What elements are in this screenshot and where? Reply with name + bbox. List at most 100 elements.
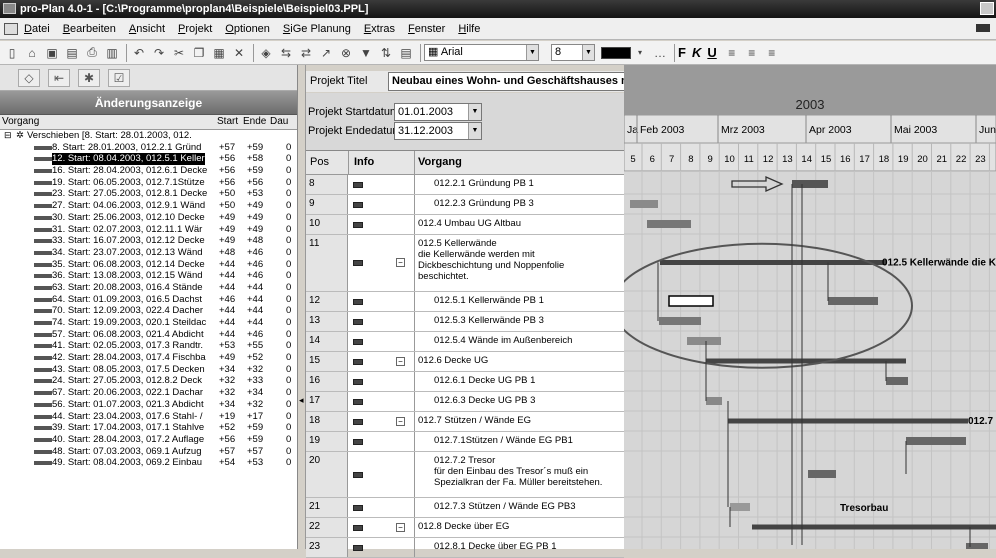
restore-window-button[interactable] bbox=[976, 24, 990, 32]
menu-projekt[interactable]: Projekt bbox=[178, 23, 212, 35]
save-icon[interactable]: ▣ bbox=[43, 44, 61, 61]
menu-hilfe[interactable]: Hilfe bbox=[458, 23, 480, 35]
task-bar[interactable] bbox=[706, 397, 722, 405]
info-note-icon[interactable] bbox=[353, 298, 363, 305]
align-right-icon[interactable]: ≡ bbox=[763, 44, 781, 61]
cut-icon[interactable]: ✂ bbox=[170, 44, 188, 61]
task-row[interactable]: 18 012.7 Stützen / Wände EG − bbox=[306, 412, 624, 432]
font-family-select[interactable]: ▦ Arial ▼ bbox=[424, 44, 539, 61]
change-row[interactable]: 49. Start: 08.04.2003, 069.2 Einbau +54 +5… bbox=[0, 457, 297, 469]
menu-bearbeiten[interactable]: Bearbeiten bbox=[63, 23, 116, 35]
task-row[interactable]: 19 012.7.1Stützen / Wände EG PB1 bbox=[306, 432, 624, 452]
start-date-field[interactable]: 01.01.2003 ▼ bbox=[394, 103, 482, 121]
redo-icon[interactable]: ↷ bbox=[150, 44, 168, 61]
collapse-icon[interactable]: − bbox=[396, 258, 405, 267]
chevron-down-icon[interactable]: ▼ bbox=[468, 104, 481, 120]
bold-button[interactable]: F bbox=[678, 45, 686, 60]
align-center-icon[interactable]: ≡ bbox=[743, 44, 761, 61]
settings-icon[interactable]: ✱ bbox=[78, 68, 100, 87]
info-note-icon[interactable] bbox=[353, 418, 363, 425]
change-row[interactable]: 44. Start: 23.04.2003, 017.6 Stahl- / +19… bbox=[0, 410, 297, 423]
change-row[interactable]: 42. Start: 28.04.2003, 017.4 Fischba +49 +… bbox=[0, 352, 297, 364]
collapse-icon[interactable]: − bbox=[396, 356, 405, 366]
col-dau[interactable]: Dau bbox=[270, 115, 288, 129]
chevron-down-icon[interactable]: ▼ bbox=[468, 123, 481, 139]
change-row[interactable]: 35. Start: 06.08.2003, 012.14 Decke +44 +4… bbox=[0, 258, 297, 271]
change-row[interactable]: 36. Start: 13.08.2003, 012.15 Wänd +44 +46… bbox=[0, 270, 297, 282]
menu-datei[interactable]: Datei bbox=[24, 23, 50, 35]
book-icon[interactable]: ▥ bbox=[103, 44, 121, 61]
baseline-marker[interactable] bbox=[668, 295, 714, 307]
font-color-swatch[interactable] bbox=[601, 46, 631, 59]
info-note-icon[interactable] bbox=[353, 471, 363, 478]
link-icon[interactable]: ⇆ bbox=[277, 44, 295, 61]
color-dropdown-icon[interactable]: ▾ bbox=[631, 44, 649, 61]
change-row[interactable]: 34. Start: 23.07.2003, 012.13 Wänd +48 +46… bbox=[0, 246, 297, 259]
task-bar[interactable] bbox=[660, 260, 886, 265]
chevron-down-icon[interactable]: ▼ bbox=[526, 45, 538, 60]
menu-sige-planung[interactable]: SiGe Planung bbox=[283, 23, 351, 35]
info-note-icon[interactable] bbox=[353, 438, 363, 445]
info-note-icon[interactable] bbox=[353, 318, 363, 325]
change-row[interactable]: 74. Start: 19.09.2003, 020.1 Steildac +44… bbox=[0, 317, 297, 329]
info-note-icon[interactable] bbox=[353, 524, 363, 531]
task-bar[interactable] bbox=[792, 180, 828, 188]
collapse-icon[interactable]: − bbox=[396, 522, 405, 532]
change-row[interactable]: 48. Start: 07.03.2003, 069.1 Aufzug +57 +5… bbox=[0, 445, 297, 458]
change-row[interactable]: 56. Start: 01.07.2003, 021.3 Abdicht +34 +… bbox=[0, 398, 297, 411]
more-colors-icon[interactable]: … bbox=[651, 44, 669, 61]
col-vorgang[interactable]: Vorgang bbox=[2, 115, 39, 129]
unlink-icon[interactable]: ⇄ bbox=[297, 44, 315, 61]
filter-icon[interactable]: ▼ bbox=[357, 44, 375, 61]
task-bar[interactable] bbox=[828, 297, 878, 305]
task-bar[interactable] bbox=[706, 358, 906, 364]
task-row[interactable]: 20 012.7.2 Tresor für den Einbau des Tres… bbox=[306, 452, 624, 498]
task-bar[interactable] bbox=[630, 200, 658, 208]
info-note-icon[interactable] bbox=[353, 181, 363, 188]
end-date-field[interactable]: 31.12.2003 ▼ bbox=[394, 122, 482, 140]
col-start[interactable]: Start bbox=[217, 115, 238, 129]
task-bar[interactable] bbox=[730, 503, 750, 511]
menu-ansicht[interactable]: Ansicht bbox=[129, 23, 165, 35]
menu-extras[interactable]: Extras bbox=[364, 23, 395, 35]
task-bar[interactable] bbox=[752, 524, 996, 530]
task-row[interactable]: 12 012.5.1 Kellerwände PB 1 bbox=[306, 292, 624, 312]
delete-icon[interactable]: ✕ bbox=[230, 44, 248, 61]
task-row[interactable]: 16 012.6.1 Decke UG PB 1 bbox=[306, 372, 624, 392]
info-note-icon[interactable] bbox=[353, 378, 363, 385]
italic-button[interactable]: K bbox=[692, 45, 701, 60]
task-row[interactable]: 14 012.5.4 Wände im Außenbereich bbox=[306, 332, 624, 352]
info-note-icon[interactable] bbox=[353, 544, 363, 551]
task-bar[interactable] bbox=[728, 418, 968, 424]
change-row[interactable]: 8. Start: 28.01.2003, 012.2.1 Gründ +57 +5… bbox=[0, 141, 297, 154]
undo-icon[interactable]: ↶ bbox=[130, 44, 148, 61]
chevron-down-icon[interactable]: ▼ bbox=[582, 45, 594, 60]
info-note-icon[interactable] bbox=[353, 260, 363, 266]
change-row[interactable]: 19. Start: 06.05.2003, 012.7.1Stütze +56 +… bbox=[0, 176, 297, 189]
copy-icon[interactable]: ❐ bbox=[190, 44, 208, 61]
checklist-icon[interactable]: ☑ bbox=[108, 68, 130, 87]
tree-root[interactable]: ⊟ ✲ Verschieben [8. Start: 28.01.2003, 0… bbox=[0, 130, 297, 142]
info-note-icon[interactable] bbox=[353, 398, 363, 405]
col-info[interactable]: Info bbox=[354, 156, 374, 168]
task-bar[interactable] bbox=[906, 437, 966, 445]
task-bar[interactable] bbox=[966, 543, 988, 549]
change-row[interactable]: 30. Start: 25.06.2003, 012.10 Decke +49 +4… bbox=[0, 211, 297, 224]
menu-optionen[interactable]: Optionen bbox=[225, 23, 270, 35]
change-row[interactable]: 67. Start: 20.06.2003, 022.1 Dachar +32 +3… bbox=[0, 387, 297, 399]
task-bar[interactable] bbox=[659, 317, 701, 325]
task-row[interactable]: 11 012.5 Kellerwände die Kellerwände werd… bbox=[306, 235, 624, 292]
info-note-icon[interactable] bbox=[353, 338, 363, 345]
task-row[interactable]: 10 012.4 Umbau UG Altbau bbox=[306, 215, 624, 235]
change-row[interactable]: 27. Start: 04.06.2003, 012.9.1 Wänd +50 +4… bbox=[0, 200, 297, 212]
task-row[interactable]: 17 012.6.3 Decke UG PB 3 bbox=[306, 392, 624, 412]
status-icon[interactable]: ⊗ bbox=[337, 44, 355, 61]
change-row[interactable]: 23. Start: 27.05.2003, 012.8.1 Decke +50 +… bbox=[0, 188, 297, 201]
task-row[interactable]: 21 012.7.3 Stützen / Wände EG PB3 bbox=[306, 498, 624, 518]
task-bar[interactable] bbox=[687, 337, 721, 345]
task-bar[interactable] bbox=[647, 220, 691, 228]
document-menu-icon[interactable] bbox=[4, 22, 18, 35]
pin-icon[interactable]: ↗ bbox=[317, 44, 335, 61]
col-pos[interactable]: Pos bbox=[310, 156, 329, 168]
group-icon[interactable]: ▤ bbox=[397, 44, 415, 61]
